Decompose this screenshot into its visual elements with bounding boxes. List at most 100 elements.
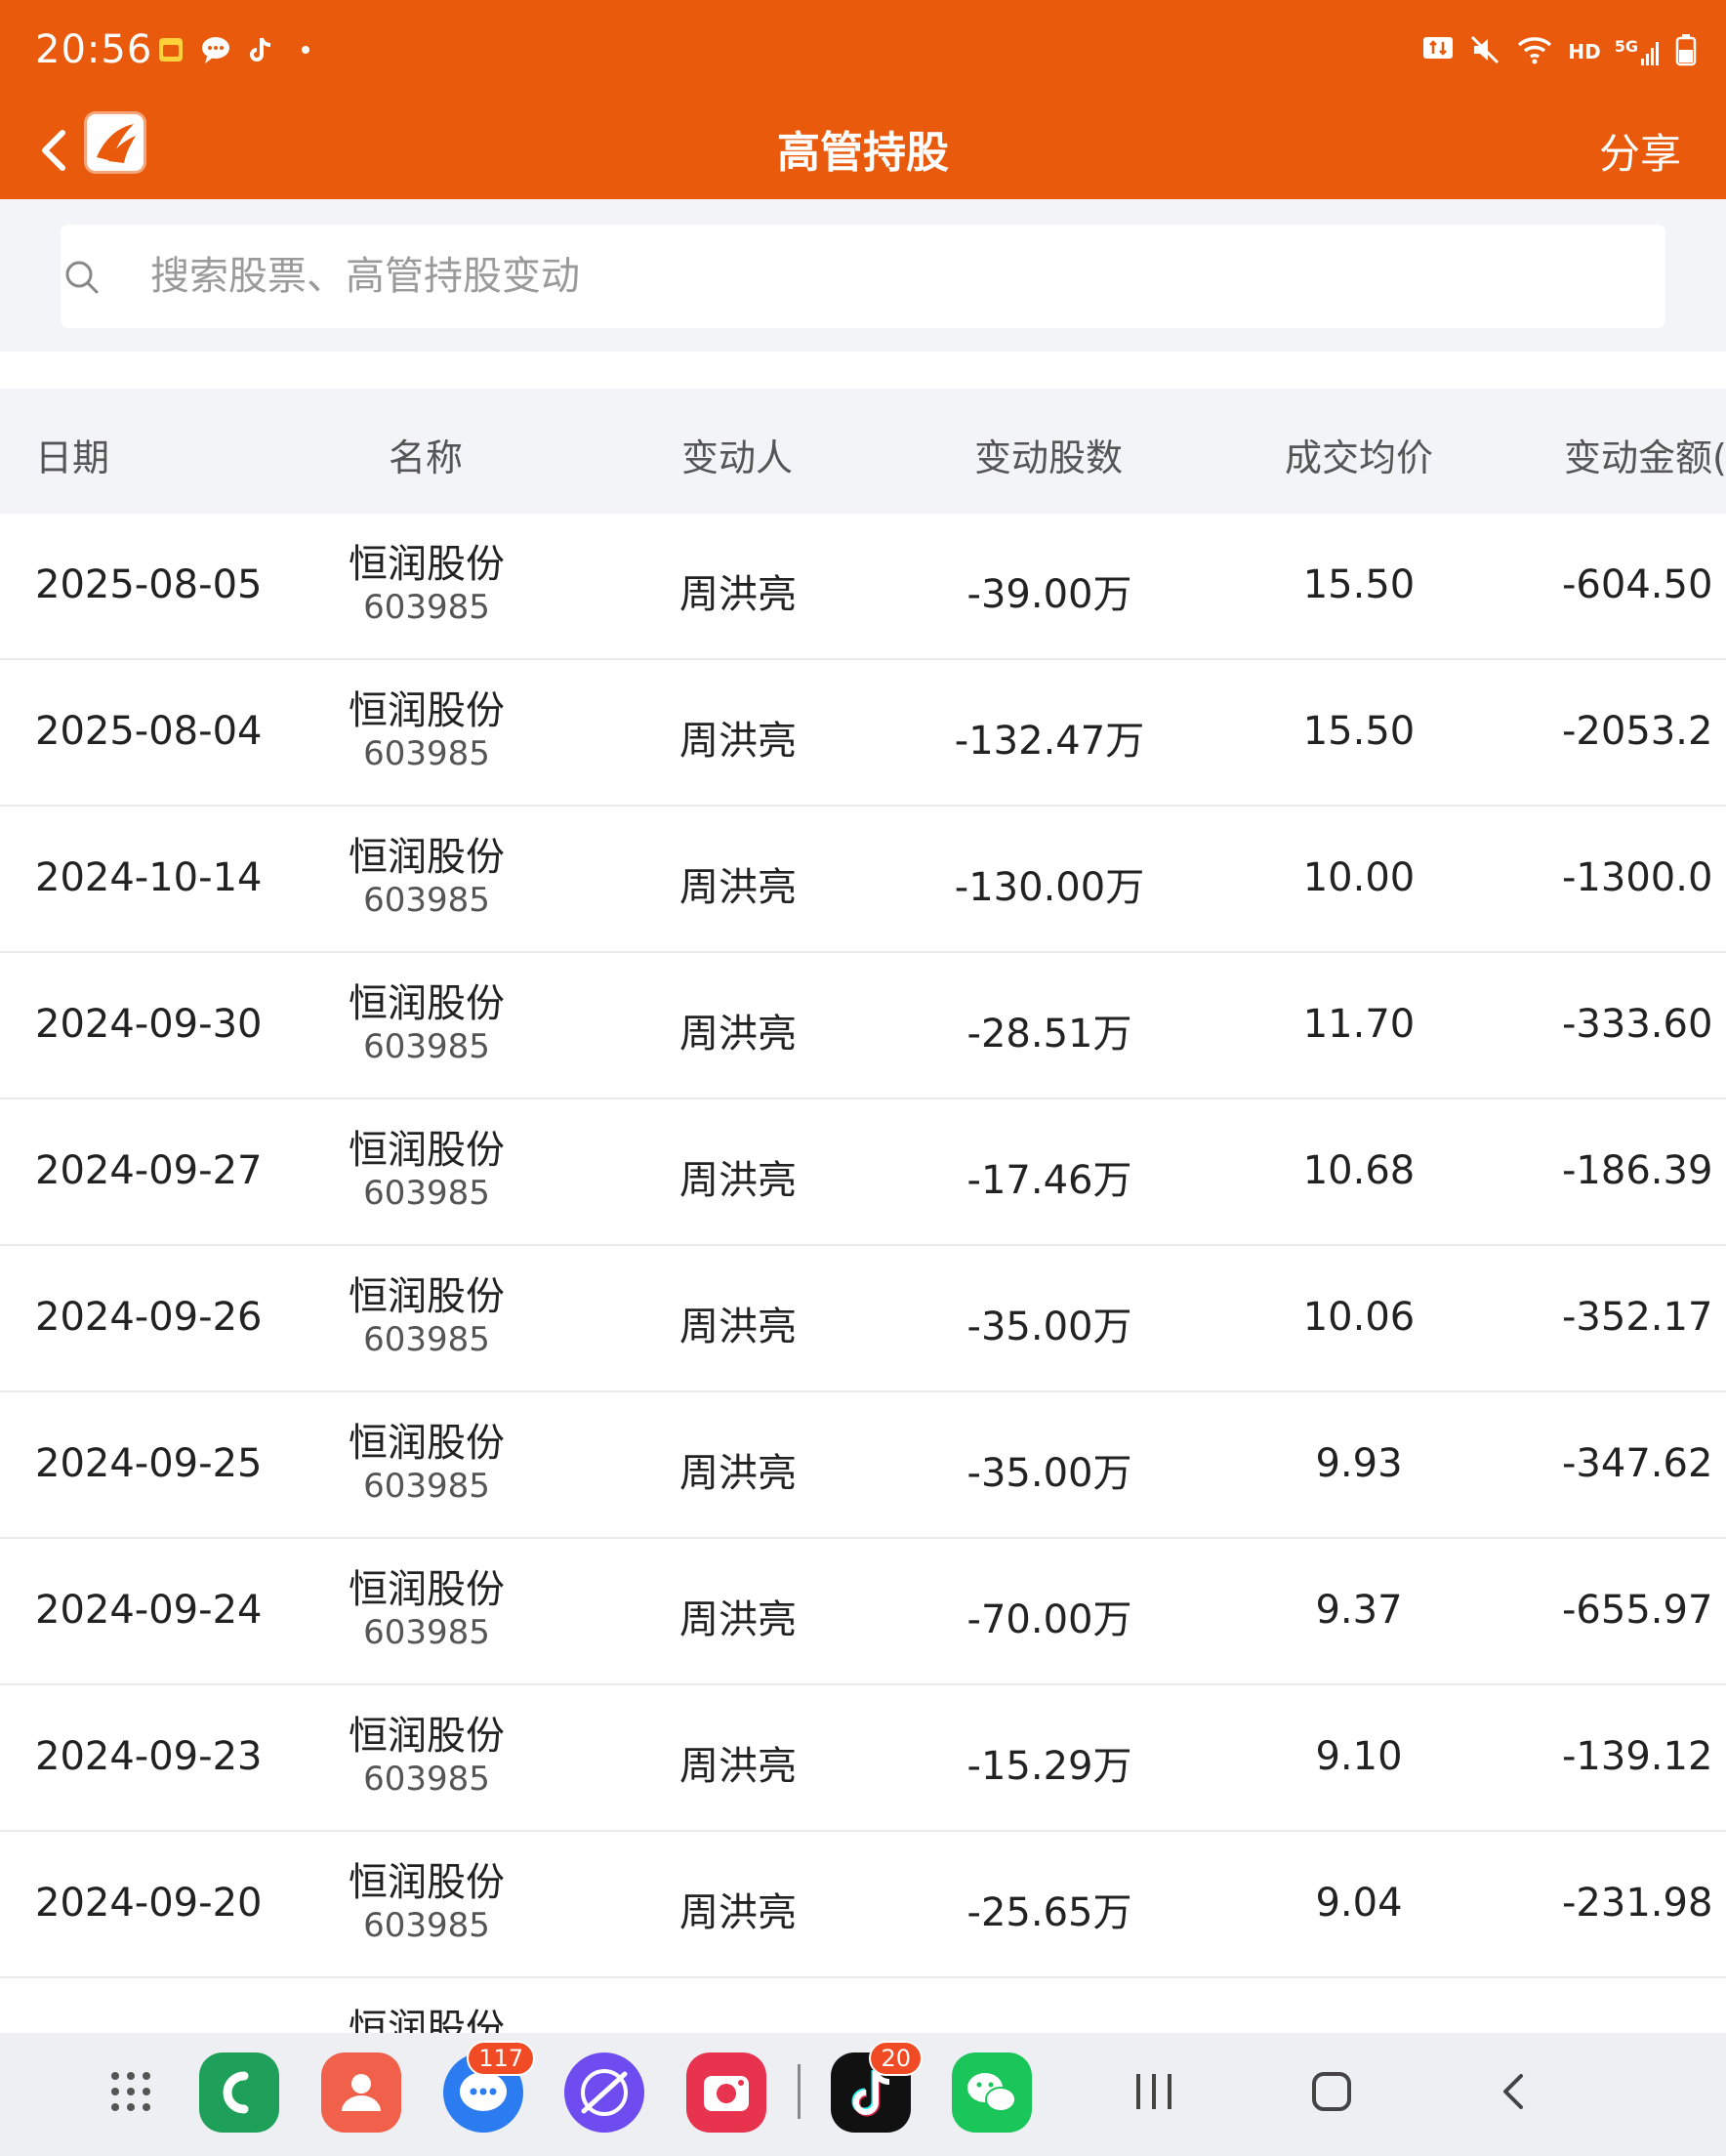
column-header-shares[interactable]: 变动股数 bbox=[974, 428, 1123, 481]
cell-person: 周洪亮 bbox=[679, 572, 797, 617]
cell-amount: -604.50 bbox=[1562, 562, 1713, 607]
battery-icon bbox=[1675, 33, 1697, 70]
search-input[interactable] bbox=[150, 244, 1615, 309]
stock-name: 恒润股份 bbox=[349, 1128, 505, 1173]
more-notifications-dot-icon bbox=[289, 33, 322, 66]
cell-shares: -39.00万 bbox=[966, 572, 1132, 617]
cell-date: 2024-09-20 bbox=[35, 1881, 263, 1926]
stock-name: 恒润股份 bbox=[349, 1714, 505, 1759]
stock-code: 603985 bbox=[363, 588, 490, 627]
signal-5g-icon: 5G bbox=[1615, 37, 1662, 66]
stock-name: 恒润股份 bbox=[349, 688, 505, 733]
cell-stock: 恒润股份 603985 bbox=[329, 834, 524, 920]
cell-shares: -17.46万 bbox=[966, 1158, 1132, 1203]
tiktok-icon[interactable]: 20 bbox=[831, 2041, 923, 2133]
cell-stock: 恒润股份 603985 bbox=[329, 1566, 524, 1652]
cell-date: 2025-08-04 bbox=[35, 709, 263, 754]
cell-price: 9.37 bbox=[1315, 1588, 1403, 1633]
cell-date: 2024-09-26 bbox=[35, 1295, 263, 1340]
app-bar: 20:56 HD 5G 高管持股 分享 bbox=[0, 0, 1726, 199]
table-row[interactable]: 2024-09-23 恒润股份 603985 周洪亮 -15.29万 9.10 -… bbox=[0, 1685, 1726, 1832]
phone-icon[interactable] bbox=[199, 2052, 279, 2133]
cell-price: 11.70 bbox=[1302, 1002, 1416, 1047]
search-icon bbox=[62, 258, 102, 297]
cell-shares: -15.29万 bbox=[966, 1744, 1132, 1789]
share-button[interactable]: 分享 bbox=[1599, 121, 1681, 181]
camera-icon[interactable] bbox=[686, 2052, 766, 2133]
table-row[interactable]: 2025-08-05 恒润股份 603985 周洪亮 -39.00万 15.50 … bbox=[0, 514, 1726, 660]
cell-price: 15.50 bbox=[1302, 709, 1416, 754]
back-nav-icon[interactable] bbox=[1492, 2070, 1535, 2117]
table-row[interactable]: 恒润股份 bbox=[0, 1978, 1726, 2033]
cell-person: 周洪亮 bbox=[679, 1158, 797, 1203]
cell-price: 9.04 bbox=[1315, 1881, 1403, 1926]
grid-icon[interactable] bbox=[107, 2068, 154, 2119]
home-icon[interactable] bbox=[1310, 2070, 1353, 2117]
column-header-person[interactable]: 变动人 bbox=[681, 428, 793, 481]
cell-date: 2024-09-27 bbox=[35, 1148, 263, 1193]
cell-amount: -333.60 bbox=[1562, 1002, 1713, 1047]
table-row[interactable]: 2024-10-14 恒润股份 603985 周洪亮 -130.00万 10.00… bbox=[0, 807, 1726, 953]
table-header: 日期 名称 变动人 变动股数 成交均价 变动金额( bbox=[0, 389, 1726, 514]
cell-person: 周洪亮 bbox=[679, 1305, 797, 1349]
table-row[interactable]: 2025-08-04 恒润股份 603985 周洪亮 -132.47万 15.50… bbox=[0, 660, 1726, 807]
cell-person: 周洪亮 bbox=[679, 1744, 797, 1789]
column-header-amount[interactable]: 变动金额( bbox=[1564, 428, 1726, 481]
stock-name: 恒润股份 bbox=[349, 835, 505, 880]
cell-amount: -231.98 bbox=[1562, 1881, 1713, 1926]
stock-name: 恒润股份 bbox=[349, 1567, 505, 1612]
cell-stock: 恒润股份 bbox=[329, 2006, 524, 2033]
column-header-name[interactable]: 名称 bbox=[389, 428, 463, 481]
table-row[interactable]: 2024-09-20 恒润股份 603985 周洪亮 -25.65万 9.04 -… bbox=[0, 1832, 1726, 1978]
cell-person: 周洪亮 bbox=[679, 1597, 797, 1642]
wechat-icon[interactable] bbox=[952, 2052, 1032, 2133]
person-icon[interactable] bbox=[321, 2052, 401, 2133]
search-box[interactable] bbox=[61, 225, 1665, 328]
cell-person: 周洪亮 bbox=[679, 1012, 797, 1057]
cell-person: 周洪亮 bbox=[679, 865, 797, 910]
cell-stock: 恒润股份 603985 bbox=[329, 541, 524, 627]
cell-amount: -139.12 bbox=[1562, 1734, 1713, 1779]
mute-icon bbox=[1468, 33, 1501, 70]
status-bar: 20:56 HD 5G bbox=[0, 0, 1726, 104]
cell-person: 周洪亮 bbox=[679, 1451, 797, 1496]
stock-code: 603985 bbox=[363, 1467, 490, 1506]
cell-shares: -130.00万 bbox=[954, 865, 1145, 910]
cell-amount: -2053.2 bbox=[1562, 709, 1713, 754]
cell-stock: 恒润股份 603985 bbox=[329, 1127, 524, 1213]
cell-date: 2024-10-14 bbox=[35, 855, 263, 900]
messages-badge: 117 bbox=[467, 2041, 535, 2076]
cell-shares: -35.00万 bbox=[966, 1305, 1132, 1349]
table-body: 2025-08-05 恒润股份 603985 周洪亮 -39.00万 15.50 … bbox=[0, 514, 1726, 2033]
stock-name: 恒润股份 bbox=[349, 1860, 505, 1905]
column-header-price[interactable]: 成交均价 bbox=[1285, 428, 1433, 481]
message-bubble-icon bbox=[199, 33, 232, 66]
browser-icon[interactable] bbox=[564, 2052, 644, 2133]
table-row[interactable]: 2024-09-24 恒润股份 603985 周洪亮 -70.00万 9.37 -… bbox=[0, 1539, 1726, 1685]
page-title: 高管持股 bbox=[777, 128, 949, 178]
table-row[interactable]: 2024-09-25 恒润股份 603985 周洪亮 -35.00万 9.93 -… bbox=[0, 1392, 1726, 1539]
column-header-date[interactable]: 日期 bbox=[35, 428, 109, 481]
table-row[interactable]: 2024-09-27 恒润股份 603985 周洪亮 -17.46万 10.68 … bbox=[0, 1099, 1726, 1246]
tiktok-badge: 20 bbox=[869, 2041, 923, 2076]
cell-date: 2025-08-05 bbox=[35, 562, 263, 607]
cell-price: 9.93 bbox=[1315, 1441, 1403, 1486]
recent-apps-icon[interactable] bbox=[1132, 2070, 1175, 2117]
cell-date: 2024-09-24 bbox=[35, 1588, 263, 1633]
cell-price: 10.06 bbox=[1302, 1295, 1416, 1340]
cell-amount: -186.39 bbox=[1562, 1148, 1713, 1193]
stock-name: 恒润股份 bbox=[349, 2007, 505, 2033]
cell-date: 2024-09-30 bbox=[35, 1002, 263, 1047]
stock-code: 603985 bbox=[363, 1613, 490, 1652]
cell-date: 2024-09-23 bbox=[35, 1734, 263, 1779]
cell-price: 15.50 bbox=[1302, 562, 1416, 607]
cell-date: 2024-09-25 bbox=[35, 1441, 263, 1486]
table-row[interactable]: 2024-09-26 恒润股份 603985 周洪亮 -35.00万 10.06 … bbox=[0, 1246, 1726, 1392]
table-row[interactable]: 2024-09-30 恒润股份 603985 周洪亮 -28.51万 11.70 … bbox=[0, 953, 1726, 1099]
tiktok-notification-icon bbox=[244, 33, 277, 66]
notification-icons bbox=[154, 33, 322, 66]
chat-icon[interactable]: 117 bbox=[443, 2041, 535, 2133]
search-section bbox=[0, 199, 1726, 352]
data-transfer-icon bbox=[1421, 33, 1455, 70]
cell-shares: -70.00万 bbox=[966, 1597, 1132, 1642]
